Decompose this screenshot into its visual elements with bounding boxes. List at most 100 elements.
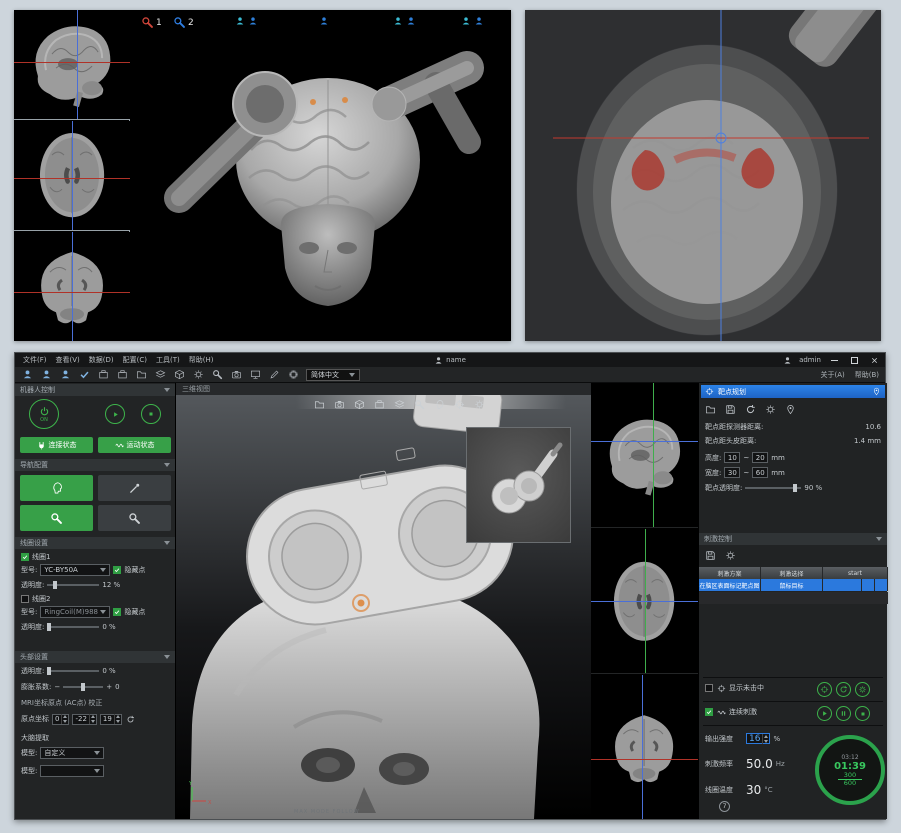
locate-button[interactable] [817, 682, 832, 697]
model2-select[interactable] [40, 765, 104, 777]
target-icon[interactable] [454, 399, 465, 410]
plus-button[interactable]: + [106, 683, 112, 691]
slider-thumb[interactable] [81, 683, 85, 691]
settings-button[interactable] [855, 682, 870, 697]
camera-icon[interactable] [334, 399, 345, 410]
menu-data[interactable]: 数据(D) [89, 355, 114, 365]
maximize-button[interactable] [848, 355, 861, 366]
robot-stop-button[interactable] [141, 404, 161, 424]
tab-start[interactable]: start [823, 567, 888, 579]
register-coil2-button[interactable] [98, 505, 171, 531]
robot-play-button[interactable] [105, 404, 125, 424]
monitor-icon[interactable] [249, 368, 262, 381]
chip-icon[interactable] [287, 368, 300, 381]
coil1-toggle-button[interactable]: 1 [141, 16, 162, 29]
origin-y-stepper[interactable]: -22 [72, 714, 96, 725]
stim-table-selected-row[interactable]: 在脑区表面标记靶点图 鼠标目标 [699, 579, 888, 591]
language-select[interactable]: 简体中文 [306, 369, 360, 381]
target-opacity-slider[interactable] [745, 487, 801, 489]
save-icon[interactable] [704, 549, 716, 561]
thumb-sagittal[interactable] [14, 10, 130, 120]
planning-3d-view[interactable]: 1 2 [131, 10, 511, 341]
sagittal-view[interactable] [591, 383, 698, 528]
register-probe-button[interactable] [98, 475, 171, 501]
center-3d-view[interactable]: 三维视图 [176, 383, 591, 819]
gear-icon[interactable] [192, 368, 205, 381]
coil2-toggle-button[interactable]: 2 [173, 16, 194, 29]
width-min-input[interactable]: 30 [724, 467, 740, 478]
slider-thumb[interactable] [793, 484, 797, 492]
menu-help[interactable]: 帮助(H) [189, 355, 214, 365]
section-nav-header[interactable]: 导航配置 [15, 459, 175, 471]
menu-tools[interactable]: 工具(T) [156, 355, 180, 365]
continuous-checkbox[interactable] [705, 708, 713, 716]
inflate-slider[interactable] [63, 686, 103, 688]
section-head-header[interactable]: 头部设置 [15, 651, 175, 663]
user-icon[interactable] [59, 368, 72, 381]
menu-config[interactable]: 配置(C) [123, 355, 147, 365]
head-opacity-slider[interactable] [47, 670, 99, 672]
reset-button[interactable] [836, 682, 851, 697]
gear-icon[interactable] [764, 403, 776, 415]
folder-icon[interactable] [314, 399, 325, 410]
model1-select[interactable]: 自定义 [40, 747, 104, 759]
menu-view[interactable]: 查看(V) [56, 355, 80, 365]
pip-inset-view[interactable] [466, 427, 571, 543]
register-head-button[interactable] [20, 475, 93, 501]
tab-stim-plan[interactable]: 刺激方案 [699, 567, 761, 579]
origin-x-stepper[interactable]: 0 [52, 714, 69, 725]
section-coil-header[interactable]: 线圈设置 [15, 537, 175, 549]
pin-icon[interactable] [784, 403, 796, 415]
connect-status-button[interactable]: 连接状态 [20, 437, 93, 453]
gear-icon[interactable] [474, 399, 485, 410]
pause-button[interactable] [836, 706, 851, 721]
help-link[interactable]: 帮助(B) [855, 370, 879, 380]
coil-icon[interactable] [414, 399, 425, 410]
coil1-opacity-slider[interactable] [47, 584, 99, 586]
intensity-stepper[interactable]: 16 [746, 733, 770, 744]
coil1-hide-checkbox[interactable] [113, 566, 121, 574]
coil-alignment-viewport[interactable] [525, 10, 881, 341]
coil1-model-select[interactable]: YC-BY50A [40, 564, 110, 576]
import-icon[interactable] [135, 368, 148, 381]
width-max-input[interactable]: 60 [752, 467, 768, 478]
coil2-model-select[interactable]: RingCoil(M)988 [40, 606, 110, 618]
folder-icon[interactable] [704, 403, 716, 415]
coil-icon[interactable] [211, 368, 224, 381]
box-icon[interactable] [116, 368, 129, 381]
slider-thumb[interactable] [53, 581, 57, 589]
origin-z-stepper[interactable]: 19 [100, 714, 122, 725]
row-action-button[interactable] [875, 579, 888, 591]
coil2-hide-checkbox[interactable] [113, 608, 121, 616]
coronal-view[interactable] [591, 675, 698, 819]
pen-icon[interactable] [268, 368, 281, 381]
minimize-button[interactable] [828, 355, 841, 366]
row-action-button[interactable] [862, 579, 875, 591]
logged-in-user[interactable]: admin [799, 356, 821, 364]
thumb-axial[interactable] [14, 121, 130, 231]
about-link[interactable]: 关于(A) [820, 370, 844, 380]
camera-icon[interactable] [230, 368, 243, 381]
height-min-input[interactable]: 10 [724, 452, 740, 463]
head-icon[interactable] [434, 399, 445, 410]
section-robot-header[interactable]: 机器人控制 [15, 384, 175, 396]
motion-status-button[interactable]: 运动状态 [98, 437, 171, 453]
target-planning-header[interactable]: 靶点规划 [701, 385, 885, 398]
layers-icon[interactable] [394, 399, 405, 410]
robot-power-button[interactable]: ON [29, 399, 59, 429]
user-check-icon[interactable] [78, 368, 91, 381]
play-button[interactable] [817, 706, 832, 721]
tab-stim-select[interactable]: 刺激选择 [761, 567, 823, 579]
height-max-input[interactable]: 20 [752, 452, 768, 463]
register-coil1-button[interactable] [20, 505, 93, 531]
users-icon[interactable] [40, 368, 53, 381]
refresh-icon[interactable] [744, 403, 756, 415]
slider-thumb[interactable] [47, 623, 51, 631]
thumb-coronal[interactable] [14, 232, 130, 341]
cube-icon[interactable] [173, 368, 186, 381]
coil2-opacity-slider[interactable] [47, 626, 99, 628]
minus-button[interactable]: − [54, 683, 60, 691]
close-button[interactable] [868, 355, 881, 366]
archive-icon[interactable] [97, 368, 110, 381]
menu-file[interactable]: 文件(F) [23, 355, 47, 365]
